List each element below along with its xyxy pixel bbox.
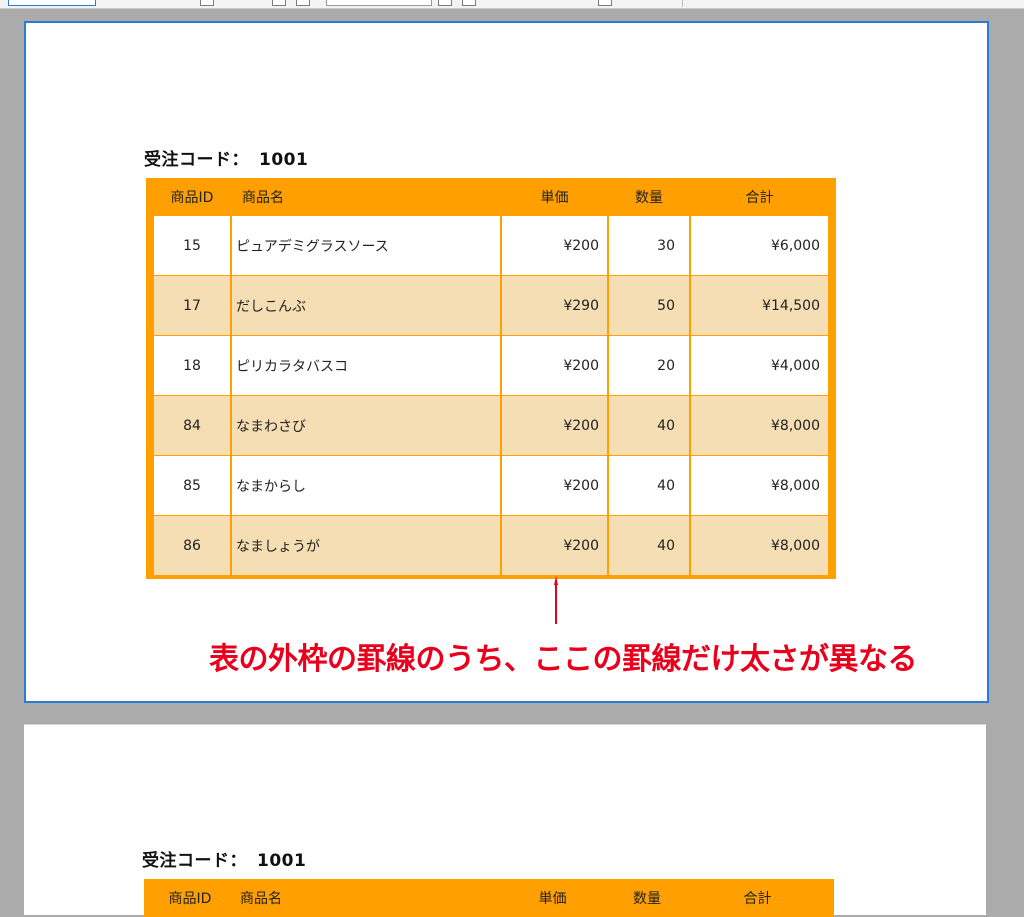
cell-unit-price: ¥200 bbox=[502, 336, 607, 395]
cell-unit-price: ¥200 bbox=[502, 516, 607, 575]
order-details-table: 商品ID 商品名 単価 数量 合計 bbox=[144, 879, 834, 917]
cell-unit-price: ¥200 bbox=[502, 216, 607, 275]
cell-unit-price: ¥200 bbox=[502, 396, 607, 455]
cell-product-name: なましょうが bbox=[232, 516, 500, 575]
cell-quantity: 50 bbox=[609, 276, 689, 335]
header-product-id: 商品ID bbox=[152, 879, 228, 917]
order-code-title: 受注コード： 1001 bbox=[144, 145, 308, 170]
cell-product-id: 86 bbox=[154, 516, 230, 575]
cell-product-id: 17 bbox=[154, 276, 230, 335]
header-product-name: 商品名 bbox=[230, 879, 498, 917]
header-product-id: 商品ID bbox=[154, 178, 230, 216]
page-number-field[interactable] bbox=[326, 0, 432, 6]
table-header-row: 商品ID 商品名 単価 数量 合計 bbox=[144, 879, 834, 917]
cell-product-name: ピュアデミグラスソース bbox=[232, 216, 500, 275]
order-code-title: 受注コード： 1001 bbox=[142, 846, 306, 871]
close-preview-button[interactable] bbox=[598, 0, 612, 6]
print-preview-toolbar bbox=[0, 0, 1024, 9]
cell-product-id: 85 bbox=[154, 456, 230, 515]
cell-unit-price: ¥290 bbox=[502, 276, 607, 335]
cell-quantity: 20 bbox=[609, 336, 689, 395]
cell-product-name: なまわさび bbox=[232, 396, 500, 455]
cell-quantity: 30 bbox=[609, 216, 689, 275]
table-row: 18 ピリカラタバスコ ¥200 20 ¥4,000 bbox=[146, 336, 836, 395]
zoom-field[interactable] bbox=[8, 0, 96, 6]
cell-total: ¥14,500 bbox=[691, 276, 828, 335]
cell-product-name: だしこんぶ bbox=[232, 276, 500, 335]
cell-total: ¥8,000 bbox=[691, 456, 828, 515]
table-header-row: 商品ID 商品名 単価 数量 合計 bbox=[146, 178, 836, 216]
table-row: 86 なましょうが ¥200 40 ¥8,000 bbox=[146, 516, 836, 575]
order-code-value: 1001 bbox=[257, 851, 307, 871]
cell-unit-price: ¥200 bbox=[502, 456, 607, 515]
header-total: 合計 bbox=[691, 178, 828, 216]
header-unit-price: 単価 bbox=[502, 178, 607, 216]
annotation-arrow-icon bbox=[554, 576, 558, 624]
page-prev2-button[interactable] bbox=[296, 0, 310, 6]
header-product-name: 商品名 bbox=[232, 178, 500, 216]
table-row: 15 ピュアデミグラスソース ¥200 30 ¥6,000 bbox=[146, 216, 836, 275]
table-row: 17 だしこんぶ ¥290 50 ¥14,500 bbox=[146, 276, 836, 335]
header-total: 合計 bbox=[689, 879, 826, 917]
page-next-button[interactable] bbox=[438, 0, 452, 6]
report-page-2[interactable]: 受注コード： 1001 商品ID 商品名 単価 数量 合計 bbox=[24, 724, 986, 917]
cell-total: ¥6,000 bbox=[691, 216, 828, 275]
cell-product-id: 18 bbox=[154, 336, 230, 395]
header-quantity: 数量 bbox=[609, 178, 689, 216]
order-details-table: 商品ID 商品名 単価 数量 合計 15 ピュアデミグラスソース ¥200 30… bbox=[146, 178, 836, 579]
cell-total: ¥8,000 bbox=[691, 516, 828, 575]
header-quantity: 数量 bbox=[607, 879, 687, 917]
order-code-value: 1001 bbox=[259, 150, 309, 170]
page-prev-button[interactable] bbox=[272, 0, 286, 6]
cell-product-id: 84 bbox=[154, 396, 230, 455]
header-unit-price: 単価 bbox=[500, 879, 605, 917]
annotation-text: 表の外枠の罫線のうち、ここの罫線だけ太さが異なる bbox=[209, 642, 918, 677]
cell-product-id: 15 bbox=[154, 216, 230, 275]
cell-quantity: 40 bbox=[609, 456, 689, 515]
cell-total: ¥8,000 bbox=[691, 396, 828, 455]
order-code-label: 受注コード： bbox=[144, 150, 249, 170]
cell-total: ¥4,000 bbox=[691, 336, 828, 395]
cell-quantity: 40 bbox=[609, 516, 689, 575]
page-last-button[interactable] bbox=[462, 0, 476, 6]
cell-product-name: なまからし bbox=[232, 456, 500, 515]
page-first-button[interactable] bbox=[200, 0, 214, 6]
toolbar-separator bbox=[682, 0, 683, 7]
table-row: 84 なまわさび ¥200 40 ¥8,000 bbox=[146, 396, 836, 455]
table-row: 85 なまからし ¥200 40 ¥8,000 bbox=[146, 456, 836, 515]
order-code-label: 受注コード： bbox=[142, 851, 247, 871]
cell-quantity: 40 bbox=[609, 396, 689, 455]
cell-product-name: ピリカラタバスコ bbox=[232, 336, 500, 395]
report-page-1[interactable]: 受注コード： 1001 商品ID 商品名 単価 数量 合計 15 ピュアデミグラス… bbox=[24, 21, 989, 703]
